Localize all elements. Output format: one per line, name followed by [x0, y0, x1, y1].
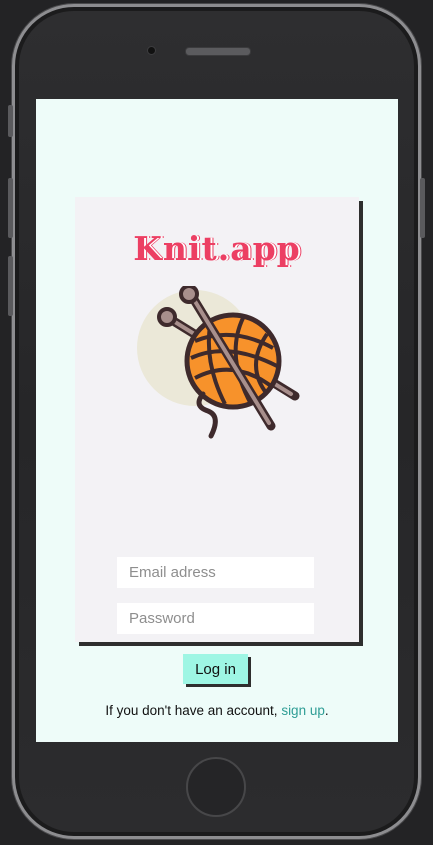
- app-logo-text: Knit.app: [133, 229, 301, 268]
- signup-prefix-text: If you don't have an account,: [105, 703, 282, 718]
- earpiece-speaker: [185, 47, 251, 56]
- volume-down-button: [8, 256, 13, 316]
- email-input[interactable]: [117, 557, 314, 588]
- mute-switch: [8, 105, 13, 137]
- login-card: Knit.app Log in If you don't have a: [75, 197, 359, 718]
- signup-suffix-text: .: [324, 703, 329, 718]
- power-button: [420, 178, 425, 238]
- yarn-ball-icon: [137, 286, 300, 439]
- screen: Knit.app Log in If you don't have a: [36, 99, 398, 742]
- front-camera: [147, 46, 156, 55]
- signup-link[interactable]: sign up: [281, 703, 325, 718]
- login-button[interactable]: Log in: [183, 654, 248, 684]
- password-input[interactable]: [117, 603, 314, 634]
- volume-up-button: [8, 178, 13, 238]
- home-button[interactable]: [186, 757, 246, 817]
- signup-prompt: If you don't have an account, sign up.: [75, 703, 359, 718]
